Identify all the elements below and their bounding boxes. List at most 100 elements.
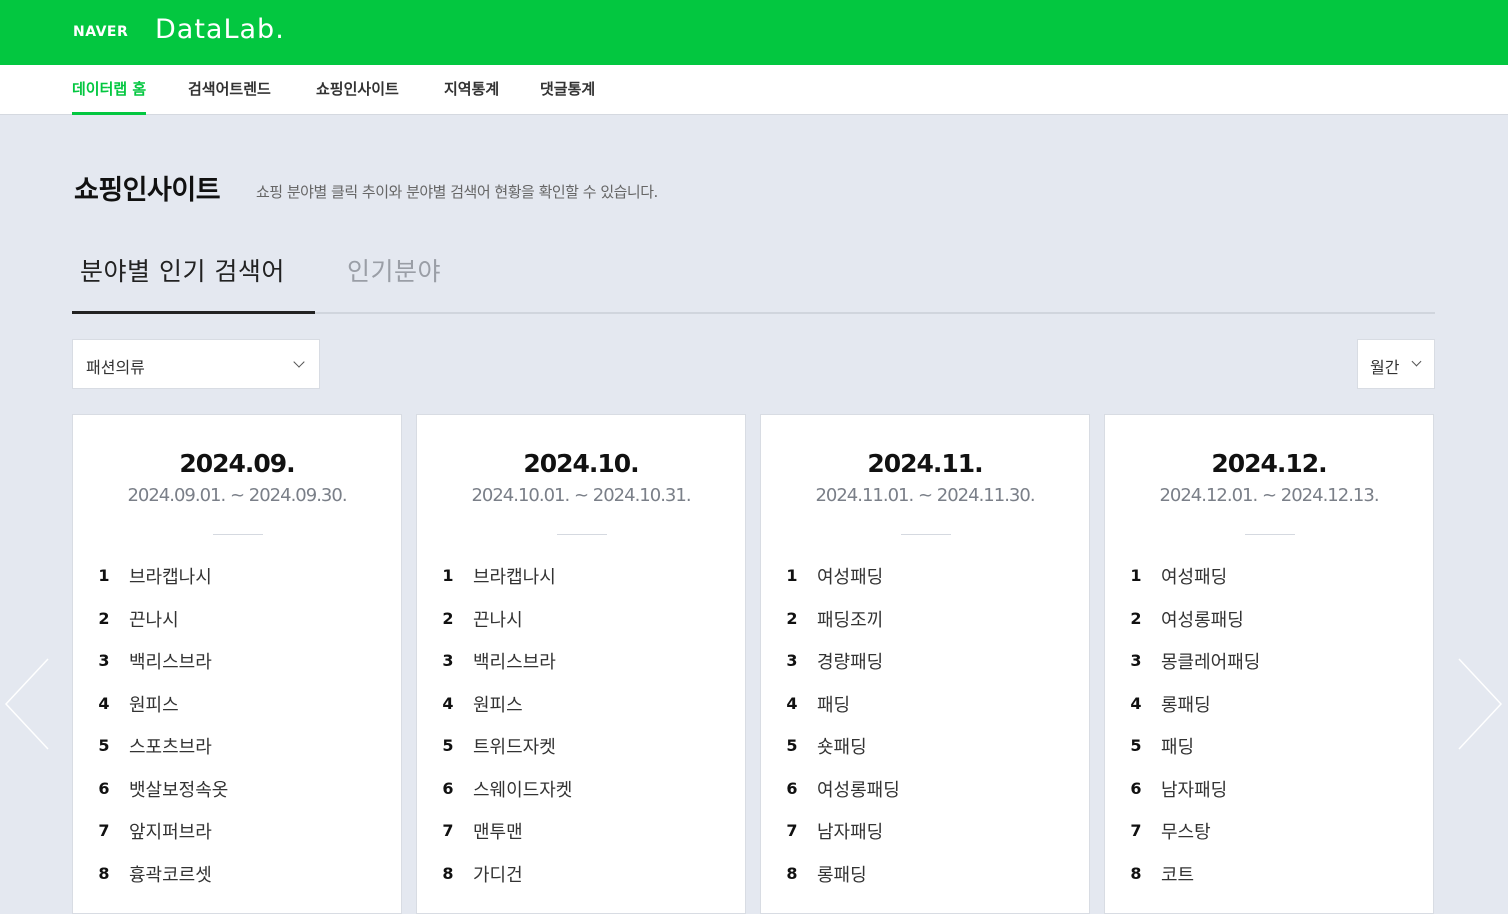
rank-keyword[interactable]: 끈나시 — [473, 606, 523, 632]
tab-popular-category[interactable]: 인기분야 — [347, 252, 441, 288]
rank-keyword[interactable]: 패딩 — [817, 691, 850, 717]
rank-list: 1 브라캡나시 2 끈나시 3 백리스브라 4 원피스 5 스포츠브라 6 뱃살보정속옷 7… — [97, 563, 387, 903]
rank-item[interactable]: 4 원피스 — [97, 691, 387, 734]
rank-keyword[interactable]: 무스탕 — [1161, 818, 1211, 844]
rank-item[interactable]: 6 뱃살보정속옷 — [97, 776, 387, 819]
rank-item[interactable]: 8 가디건 — [441, 861, 731, 904]
rank-number: 1 — [1130, 566, 1142, 585]
rank-keyword[interactable]: 여성롱패딩 — [1161, 606, 1244, 632]
rank-number: 8 — [98, 863, 110, 883]
rank-keyword[interactable]: 여성롱패딩 — [817, 776, 900, 802]
rank-keyword[interactable]: 트위드자켓 — [473, 733, 556, 759]
rank-number: 4 — [98, 693, 110, 713]
rank-keyword[interactable]: 맨투맨 — [473, 818, 523, 844]
rank-keyword[interactable]: 원피스 — [473, 691, 523, 717]
rank-number: 7 — [786, 821, 798, 840]
nav-item-comment-stats[interactable]: 댓글통계 — [540, 65, 595, 114]
rank-item[interactable]: 8 흉곽코르셋 — [97, 861, 387, 904]
rank-keyword[interactable]: 몽클레어패딩 — [1161, 648, 1260, 674]
rank-number: 3 — [786, 651, 798, 670]
rank-number: 1 — [98, 566, 110, 585]
rank-keyword[interactable]: 패딩 — [1161, 733, 1194, 759]
rank-item[interactable]: 7 무스탕 — [1129, 818, 1419, 861]
card-date-range: 2024.09.01. ~ 2024.09.30. — [127, 485, 347, 506]
rank-keyword[interactable]: 앞지퍼브라 — [129, 818, 212, 844]
rank-keyword[interactable]: 뱃살보정속옷 — [129, 776, 228, 802]
rank-item[interactable]: 6 남자패딩 — [1129, 776, 1419, 819]
rank-keyword[interactable]: 롱패딩 — [817, 861, 867, 887]
rank-keyword[interactable]: 브라캡나시 — [473, 563, 556, 589]
top-bar: NAVER DataLab. — [0, 0, 1508, 65]
rank-item[interactable]: 2 끈나시 — [441, 606, 731, 649]
rank-item[interactable]: 4 원피스 — [441, 691, 731, 734]
rank-item[interactable]: 4 롱패딩 — [1129, 691, 1419, 734]
tab-category-keywords[interactable]: 분야별 인기 검색어 — [80, 252, 285, 288]
period-select[interactable]: 월간 — [1357, 339, 1435, 389]
rank-number: 2 — [786, 608, 798, 628]
rank-item[interactable]: 5 트위드자켓 — [441, 733, 731, 776]
rank-item[interactable]: 4 패딩 — [785, 691, 1075, 734]
rank-item[interactable]: 3 몽클레어패딩 — [1129, 648, 1419, 691]
rank-keyword[interactable]: 브라캡나시 — [129, 563, 212, 589]
rank-keyword[interactable]: 남자패딩 — [1161, 776, 1227, 802]
rank-keyword[interactable]: 롱패딩 — [1161, 691, 1211, 717]
tab-active-indicator — [72, 311, 315, 314]
chevron-left-icon[interactable] — [4, 657, 50, 751]
rank-item[interactable]: 8 코트 — [1129, 861, 1419, 904]
rank-keyword[interactable]: 스포츠브라 — [129, 733, 212, 759]
rank-number: 5 — [786, 736, 798, 755]
rank-keyword[interactable]: 원피스 — [129, 691, 179, 717]
rank-keyword[interactable]: 코트 — [1161, 861, 1194, 887]
rank-item[interactable]: 1 여성패딩 — [785, 563, 1075, 606]
naver-logo[interactable]: NAVER — [73, 24, 128, 40]
rank-keyword[interactable]: 스웨이드자켓 — [473, 776, 572, 802]
chevron-right-icon[interactable] — [1457, 657, 1503, 751]
category-select-value: 패션의류 — [86, 358, 145, 377]
nav-item-region-stats[interactable]: 지역통계 — [444, 65, 499, 114]
rank-number: 2 — [442, 608, 454, 628]
rank-item[interactable]: 5 패딩 — [1129, 733, 1419, 776]
rank-number: 6 — [1130, 778, 1142, 798]
rank-keyword[interactable]: 여성패딩 — [817, 563, 883, 589]
nav-item-shopping-insight[interactable]: 쇼핑인사이트 — [316, 65, 399, 114]
rank-keyword[interactable]: 여성패딩 — [1161, 563, 1227, 589]
rank-list: 1 브라캡나시 2 끈나시 3 백리스브라 4 원피스 5 트위드자켓 6 스웨이드자켓 7… — [441, 563, 731, 903]
rank-keyword[interactable]: 가디건 — [473, 861, 523, 887]
rank-keyword[interactable]: 흉곽코르셋 — [129, 861, 212, 887]
rank-item[interactable]: 7 남자패딩 — [785, 818, 1075, 861]
datalab-logo[interactable]: DataLab. — [155, 14, 285, 45]
nav-item-search-trend[interactable]: 검색어트렌드 — [188, 65, 271, 114]
rank-item[interactable]: 8 롱패딩 — [785, 861, 1075, 904]
rank-number: 2 — [1130, 608, 1142, 628]
rank-item[interactable]: 2 끈나시 — [97, 606, 387, 649]
rank-item[interactable]: 3 백리스브라 — [441, 648, 731, 691]
rank-item[interactable]: 2 패딩조끼 — [785, 606, 1075, 649]
rank-list: 1 여성패딩 2 패딩조끼 3 경량패딩 4 패딩 5 숏패딩 6 여성롱패딩 7 남자패딩 … — [785, 563, 1075, 903]
rank-keyword[interactable]: 숏패딩 — [817, 733, 867, 759]
period-select-value: 월간 — [1370, 358, 1400, 377]
rank-item[interactable]: 2 여성롱패딩 — [1129, 606, 1419, 649]
rank-keyword[interactable]: 백리스브라 — [473, 648, 556, 674]
card-divider — [1245, 534, 1295, 535]
rank-item[interactable]: 7 앞지퍼브라 — [97, 818, 387, 861]
month-card: 2024.10. 2024.10.01. ~ 2024.10.31. 1 브라캡나… — [416, 414, 746, 914]
rank-item[interactable]: 1 브라캡나시 — [97, 563, 387, 606]
rank-item[interactable]: 6 여성롱패딩 — [785, 776, 1075, 819]
rank-item[interactable]: 5 숏패딩 — [785, 733, 1075, 776]
rank-item[interactable]: 7 맨투맨 — [441, 818, 731, 861]
rank-keyword[interactable]: 경량패딩 — [817, 648, 883, 674]
category-select[interactable]: 패션의류 — [72, 339, 320, 389]
rank-item[interactable]: 6 스웨이드자켓 — [441, 776, 731, 819]
rank-keyword[interactable]: 남자패딩 — [817, 818, 883, 844]
rank-keyword[interactable]: 패딩조끼 — [817, 606, 883, 632]
rank-item[interactable]: 3 경량패딩 — [785, 648, 1075, 691]
rank-keyword[interactable]: 백리스브라 — [129, 648, 212, 674]
rank-item[interactable]: 3 백리스브라 — [97, 648, 387, 691]
month-card: 2024.09. 2024.09.01. ~ 2024.09.30. 1 브라캡나… — [72, 414, 402, 914]
nav-item-datalab-home[interactable]: 데이터랩 홈 — [72, 65, 147, 115]
rank-number: 6 — [442, 778, 454, 798]
rank-item[interactable]: 1 브라캡나시 — [441, 563, 731, 606]
rank-item[interactable]: 1 여성패딩 — [1129, 563, 1419, 606]
rank-keyword[interactable]: 끈나시 — [129, 606, 179, 632]
rank-item[interactable]: 5 스포츠브라 — [97, 733, 387, 776]
